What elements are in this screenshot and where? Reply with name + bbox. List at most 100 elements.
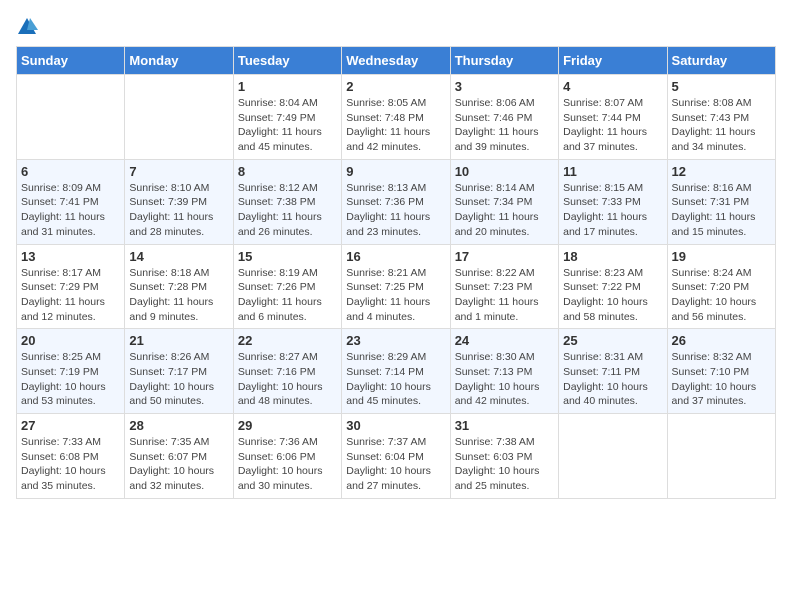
day-number: 29 <box>238 418 337 433</box>
day-info: Sunrise: 8:07 AMSunset: 7:44 PMDaylight:… <box>563 96 662 155</box>
day-info: Sunrise: 8:26 AMSunset: 7:17 PMDaylight:… <box>129 350 228 409</box>
day-info: Sunrise: 8:23 AMSunset: 7:22 PMDaylight:… <box>563 266 662 325</box>
day-number: 3 <box>455 79 554 94</box>
calendar-cell: 9 Sunrise: 8:13 AMSunset: 7:36 PMDaylight… <box>342 159 450 244</box>
day-info: Sunrise: 7:33 AMSunset: 6:08 PMDaylight:… <box>21 435 120 494</box>
day-number: 1 <box>238 79 337 94</box>
day-info: Sunrise: 8:30 AMSunset: 7:13 PMDaylight:… <box>455 350 554 409</box>
calendar-cell: 7Sunrise: 8:10 AMSunset: 7:39 PMDaylight… <box>125 159 233 244</box>
header-tuesday: Tuesday <box>233 47 341 75</box>
day-number: 8 <box>238 164 337 179</box>
calendar-cell: 8 Sunrise: 8:12 AMSunset: 7:38 PMDaylight… <box>233 159 341 244</box>
day-number: 18 <box>563 249 662 264</box>
calendar-cell: 10Sunrise: 8:14 AMSunset: 7:34 PMDayligh… <box>450 159 558 244</box>
calendar-cell: 15Sunrise: 8:19 AMSunset: 7:26 PMDayligh… <box>233 244 341 329</box>
calendar-cell: 4 Sunrise: 8:07 AMSunset: 7:44 PMDaylight… <box>559 75 667 160</box>
header-monday: Monday <box>125 47 233 75</box>
day-number: 6 <box>21 164 120 179</box>
day-number: 13 <box>21 249 120 264</box>
day-number: 14 <box>129 249 228 264</box>
calendar-cell: 30Sunrise: 7:37 AMSunset: 6:04 PMDayligh… <box>342 414 450 499</box>
calendar-cell: 13 Sunrise: 8:17 AMSunset: 7:29 PMDayligh… <box>17 244 125 329</box>
day-info: Sunrise: 7:37 AMSunset: 6:04 PMDaylight:… <box>346 435 445 494</box>
day-info: Sunrise: 8:08 AMSunset: 7:43 PMDaylight:… <box>672 96 771 155</box>
day-info: Sunrise: 8:19 AMSunset: 7:26 PMDaylight:… <box>238 266 337 325</box>
day-number: 10 <box>455 164 554 179</box>
header-wednesday: Wednesday <box>342 47 450 75</box>
calendar-cell: 26 Sunrise: 8:32 AMSunset: 7:10 PMDayligh… <box>667 329 775 414</box>
calendar-cell: 18 Sunrise: 8:23 AMSunset: 7:22 PMDayligh… <box>559 244 667 329</box>
day-number: 16 <box>346 249 445 264</box>
day-number: 25 <box>563 333 662 348</box>
day-info: Sunrise: 8:22 AMSunset: 7:23 PMDaylight:… <box>455 266 554 325</box>
calendar-cell: 16 Sunrise: 8:21 AMSunset: 7:25 PMDayligh… <box>342 244 450 329</box>
day-number: 9 <box>346 164 445 179</box>
logo-icon <box>16 16 38 38</box>
day-info: Sunrise: 8:17 AMSunset: 7:29 PMDaylight:… <box>21 266 120 325</box>
day-info: Sunrise: 8:15 AMSunset: 7:33 PMDaylight:… <box>563 181 662 240</box>
day-number: 21 <box>129 333 228 348</box>
day-info: Sunrise: 8:04 AMSunset: 7:49 PMDaylight:… <box>238 96 337 155</box>
week-row-2: 6 Sunrise: 8:09 AMSunset: 7:41 PMDaylight… <box>17 159 776 244</box>
header-thursday: Thursday <box>450 47 558 75</box>
day-info: Sunrise: 7:38 AMSunset: 6:03 PMDaylight:… <box>455 435 554 494</box>
day-info: Sunrise: 8:05 AMSunset: 7:48 PMDaylight:… <box>346 96 445 155</box>
day-info: Sunrise: 8:09 AMSunset: 7:41 PMDaylight:… <box>21 181 120 240</box>
day-number: 4 <box>563 79 662 94</box>
calendar-cell: 12Sunrise: 8:16 AMSunset: 7:31 PMDayligh… <box>667 159 775 244</box>
day-info: Sunrise: 8:06 AMSunset: 7:46 PMDaylight:… <box>455 96 554 155</box>
day-number: 17 <box>455 249 554 264</box>
calendar-cell: 3 Sunrise: 8:06 AMSunset: 7:46 PMDaylight… <box>450 75 558 160</box>
week-row-4: 20 Sunrise: 8:25 AMSunset: 7:19 PMDayligh… <box>17 329 776 414</box>
day-info: Sunrise: 8:24 AMSunset: 7:20 PMDaylight:… <box>672 266 771 325</box>
calendar-cell: 29Sunrise: 7:36 AMSunset: 6:06 PMDayligh… <box>233 414 341 499</box>
calendar-cell: 1 Sunrise: 8:04 AMSunset: 7:49 PMDaylight… <box>233 75 341 160</box>
calendar-cell: 21 Sunrise: 8:26 AMSunset: 7:17 PMDayligh… <box>125 329 233 414</box>
calendar-cell <box>17 75 125 160</box>
page-header <box>16 16 776 38</box>
calendar-cell: 27 Sunrise: 7:33 AMSunset: 6:08 PMDayligh… <box>17 414 125 499</box>
day-info: Sunrise: 8:25 AMSunset: 7:19 PMDaylight:… <box>21 350 120 409</box>
calendar-cell: 17 Sunrise: 8:22 AMSunset: 7:23 PMDayligh… <box>450 244 558 329</box>
day-info: Sunrise: 8:29 AMSunset: 7:14 PMDaylight:… <box>346 350 445 409</box>
week-row-5: 27 Sunrise: 7:33 AMSunset: 6:08 PMDayligh… <box>17 414 776 499</box>
calendar-cell: 14 Sunrise: 8:18 AMSunset: 7:28 PMDayligh… <box>125 244 233 329</box>
day-info: Sunrise: 8:18 AMSunset: 7:28 PMDaylight:… <box>129 266 228 325</box>
day-number: 22 <box>238 333 337 348</box>
week-row-3: 13 Sunrise: 8:17 AMSunset: 7:29 PMDayligh… <box>17 244 776 329</box>
day-info: Sunrise: 7:35 AMSunset: 6:07 PMDaylight:… <box>129 435 228 494</box>
day-info: Sunrise: 8:13 AMSunset: 7:36 PMDaylight:… <box>346 181 445 240</box>
day-number: 27 <box>21 418 120 433</box>
calendar-cell: 24 Sunrise: 8:30 AMSunset: 7:13 PMDayligh… <box>450 329 558 414</box>
header-sunday: Sunday <box>17 47 125 75</box>
calendar-cell: 19Sunrise: 8:24 AMSunset: 7:20 PMDayligh… <box>667 244 775 329</box>
day-number: 11 <box>563 164 662 179</box>
day-number: 23 <box>346 333 445 348</box>
header-friday: Friday <box>559 47 667 75</box>
day-number: 20 <box>21 333 120 348</box>
day-number: 7 <box>129 164 228 179</box>
calendar-cell: 23 Sunrise: 8:29 AMSunset: 7:14 PMDayligh… <box>342 329 450 414</box>
calendar-cell: 28 Sunrise: 7:35 AMSunset: 6:07 PMDayligh… <box>125 414 233 499</box>
day-number: 28 <box>129 418 228 433</box>
day-info: Sunrise: 8:21 AMSunset: 7:25 PMDaylight:… <box>346 266 445 325</box>
day-number: 2 <box>346 79 445 94</box>
day-info: Sunrise: 8:12 AMSunset: 7:38 PMDaylight:… <box>238 181 337 240</box>
calendar-header-row: SundayMondayTuesdayWednesdayThursdayFrid… <box>17 47 776 75</box>
week-row-1: 1 Sunrise: 8:04 AMSunset: 7:49 PMDaylight… <box>17 75 776 160</box>
day-info: Sunrise: 8:31 AMSunset: 7:11 PMDaylight:… <box>563 350 662 409</box>
calendar-cell: 5 Sunrise: 8:08 AMSunset: 7:43 PMDaylight… <box>667 75 775 160</box>
day-number: 26 <box>672 333 771 348</box>
calendar-cell <box>559 414 667 499</box>
day-number: 24 <box>455 333 554 348</box>
calendar-cell: 22Sunrise: 8:27 AMSunset: 7:16 PMDayligh… <box>233 329 341 414</box>
logo <box>16 16 40 38</box>
calendar-cell: 20 Sunrise: 8:25 AMSunset: 7:19 PMDayligh… <box>17 329 125 414</box>
day-info: Sunrise: 8:16 AMSunset: 7:31 PMDaylight:… <box>672 181 771 240</box>
calendar-cell <box>667 414 775 499</box>
calendar-cell: 6 Sunrise: 8:09 AMSunset: 7:41 PMDaylight… <box>17 159 125 244</box>
day-info: Sunrise: 8:32 AMSunset: 7:10 PMDaylight:… <box>672 350 771 409</box>
day-number: 5 <box>672 79 771 94</box>
calendar-cell: 2 Sunrise: 8:05 AMSunset: 7:48 PMDaylight… <box>342 75 450 160</box>
day-number: 31 <box>455 418 554 433</box>
